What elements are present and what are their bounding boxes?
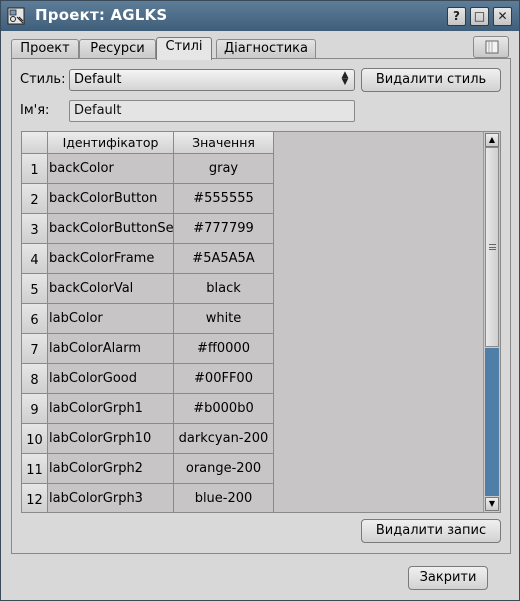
- table-row[interactable]: 11 labColorGrph2 orange-200: [22, 454, 274, 484]
- name-label: Ім'я:: [20, 103, 50, 118]
- value-cell[interactable]: white: [174, 304, 274, 334]
- tab-styles[interactable]: Стилі: [156, 37, 212, 60]
- value-cell[interactable]: #5A5A5A: [174, 244, 274, 274]
- style-select[interactable]: Default ▲ ▼: [69, 69, 355, 91]
- identifier-cell[interactable]: labColorGrph10: [48, 424, 174, 454]
- table-row[interactable]: 5 backColorVal black: [22, 274, 274, 304]
- style-label: Стиль:: [20, 72, 66, 87]
- tab-corner-widget[interactable]: [473, 36, 509, 58]
- table-row[interactable]: 8 labColorGood #00FF00: [22, 364, 274, 394]
- column-header-value[interactable]: Значення: [174, 132, 274, 154]
- identifier-cell[interactable]: labColorGrph1: [48, 394, 174, 424]
- delete-style-button[interactable]: Видалити стиль: [361, 68, 501, 92]
- corner-header[interactable]: [22, 132, 48, 154]
- name-field[interactable]: Default: [69, 100, 355, 122]
- value-cell[interactable]: gray: [174, 154, 274, 184]
- table-row[interactable]: 7 labColorAlarm #ff0000: [22, 334, 274, 364]
- table-row[interactable]: 10 labColorGrph10 darkcyan-200: [22, 424, 274, 454]
- updown-arrows-icon: ▲ ▼: [341, 70, 349, 87]
- table-row[interactable]: 3 backColorButtonSel #777799: [22, 214, 274, 244]
- close-dialog-button[interactable]: Закрити: [408, 566, 488, 590]
- value-cell[interactable]: darkcyan-200: [174, 424, 274, 454]
- row-number[interactable]: 10: [22, 424, 48, 454]
- tear-off-icon: [485, 40, 499, 54]
- table-row[interactable]: 9 labColorGrph1 #b000b0: [22, 394, 274, 424]
- scroll-down-arrow-icon[interactable]: ▼: [485, 497, 499, 511]
- scrollbar-track[interactable]: [485, 348, 499, 496]
- value-cell[interactable]: #b000b0: [174, 394, 274, 424]
- table-row[interactable]: 4 backColorFrame #5A5A5A: [22, 244, 274, 274]
- row-number[interactable]: 7: [22, 334, 48, 364]
- scroll-up-arrow-icon[interactable]: ▲: [485, 133, 499, 147]
- table-row[interactable]: 6 labColor white: [22, 304, 274, 334]
- row-number[interactable]: 2: [22, 184, 48, 214]
- identifier-cell[interactable]: backColor: [48, 154, 174, 184]
- title-bar[interactable]: Проект: AGLKS ? □ ✕: [1, 1, 519, 31]
- table-vertical-scrollbar[interactable]: ▲ ▼: [483, 132, 499, 512]
- row-number[interactable]: 12: [22, 484, 48, 512]
- identifier-cell[interactable]: labColor: [48, 304, 174, 334]
- scrollbar-thumb[interactable]: [485, 147, 499, 347]
- row-number[interactable]: 1: [22, 154, 48, 184]
- tab-resources[interactable]: Ресурси: [79, 39, 156, 59]
- row-number[interactable]: 5: [22, 274, 48, 304]
- maximize-button[interactable]: □: [470, 7, 489, 26]
- style-table: Ідентифікатор Значення 1 backColor gray …: [21, 131, 501, 513]
- identifier-cell[interactable]: backColorButtonSel: [48, 214, 174, 244]
- row-number[interactable]: 4: [22, 244, 48, 274]
- value-cell[interactable]: #777799: [174, 214, 274, 244]
- table-row[interactable]: 2 backColorButton #555555: [22, 184, 274, 214]
- project-window: Проект: AGLKS ? □ ✕ Проект Ресурси Стилі…: [0, 0, 520, 601]
- table-row[interactable]: 12 labColorGrph3 blue-200: [22, 484, 274, 512]
- identifier-cell[interactable]: labColorGrph2: [48, 454, 174, 484]
- table-header: Ідентифікатор Значення: [22, 132, 274, 154]
- identifier-cell[interactable]: labColorGrph3: [48, 484, 174, 512]
- value-cell[interactable]: #00FF00: [174, 364, 274, 394]
- identifier-cell[interactable]: backColorButton: [48, 184, 174, 214]
- row-number[interactable]: 8: [22, 364, 48, 394]
- identifier-cell[interactable]: backColorVal: [48, 274, 174, 304]
- tab-diagnostics[interactable]: Діагностика: [216, 39, 316, 59]
- value-cell[interactable]: #555555: [174, 184, 274, 214]
- row-number[interactable]: 6: [22, 304, 48, 334]
- grip-icon: [489, 244, 496, 250]
- delete-record-button[interactable]: Видалити запис: [361, 519, 501, 543]
- row-number[interactable]: 9: [22, 394, 48, 424]
- row-number[interactable]: 3: [22, 214, 48, 244]
- tab-project[interactable]: Проект: [11, 39, 79, 59]
- column-header-identifier[interactable]: Ідентифікатор: [48, 132, 174, 154]
- value-cell[interactable]: #ff0000: [174, 334, 274, 364]
- value-cell[interactable]: blue-200: [174, 484, 274, 512]
- value-cell[interactable]: black: [174, 274, 274, 304]
- close-button[interactable]: ✕: [493, 7, 512, 26]
- row-number[interactable]: 11: [22, 454, 48, 484]
- identifier-cell[interactable]: labColorAlarm: [48, 334, 174, 364]
- value-cell[interactable]: orange-200: [174, 454, 274, 484]
- help-button[interactable]: ?: [447, 7, 466, 26]
- app-icon[interactable]: [7, 7, 25, 25]
- table-row[interactable]: 1 backColor gray: [22, 154, 274, 184]
- window-title: Проект: AGLKS: [35, 6, 168, 24]
- identifier-cell[interactable]: labColorGood: [48, 364, 174, 394]
- style-select-value: Default: [74, 72, 122, 87]
- identifier-cell[interactable]: backColorFrame: [48, 244, 174, 274]
